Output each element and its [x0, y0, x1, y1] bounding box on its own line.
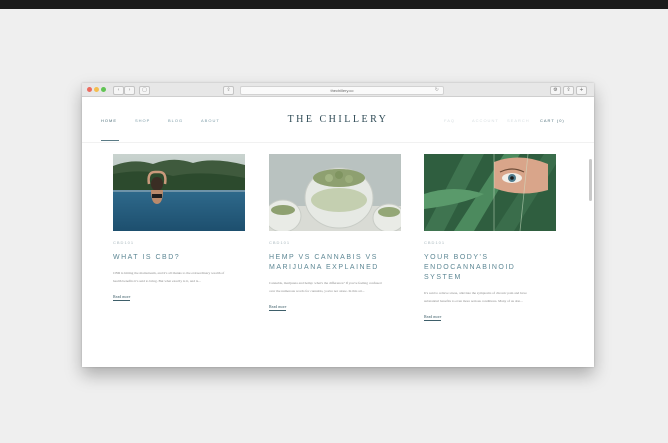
card-title[interactable]: HEMP VS CANNABIS VS MARIJUANA EXPLAINED: [269, 253, 389, 273]
cart-link[interactable]: CART (0): [540, 118, 565, 123]
zoom-window-button[interactable]: [101, 87, 106, 92]
page-scrollbar[interactable]: [589, 159, 592, 201]
address-url: thechillery.co: [330, 88, 354, 93]
share-icon[interactable]: ⇪: [223, 86, 234, 95]
read-more-link[interactable]: Read more: [113, 294, 131, 301]
nav-search[interactable]: SEARCH: [507, 118, 530, 123]
active-nav-indicator: [101, 140, 119, 141]
article-card: CBD101 HEMP VS CANNABIS VS MARIJUANA EXP…: [269, 154, 401, 313]
card-category[interactable]: CBD101: [269, 240, 401, 245]
eye-through-leaf-photo[interactable]: [424, 154, 556, 231]
new-tab-icon[interactable]: +: [576, 86, 587, 95]
close-window-button[interactable]: [87, 87, 92, 92]
share-page-icon[interactable]: ⇪: [563, 86, 574, 95]
nav-faq[interactable]: FAQ: [444, 118, 455, 123]
article-card: CBD101 WHAT IS CBD? CBD is hitting the m…: [113, 154, 245, 303]
browser-window: ‹ › ▢ ⇪ thechillery.co ↻ ⚙ ⇪ + HOME SHOP…: [82, 83, 594, 367]
card-excerpt: CBD is hitting the mainstream, and it's …: [113, 271, 225, 283]
nav-account[interactable]: ACCOUNT: [472, 118, 499, 123]
pool-image: [113, 154, 245, 231]
cannabis-jars-photo[interactable]: [269, 154, 401, 231]
read-more-link[interactable]: Read more: [424, 314, 442, 321]
header-divider: [82, 142, 594, 143]
card-category[interactable]: CBD101: [424, 240, 556, 245]
card-title[interactable]: YOUR BODY'S ENDOCANNABINOID SYSTEM: [424, 253, 544, 283]
card-excerpt: Cannabis, marijuana and hemp: what's the…: [269, 281, 382, 293]
leaf-image: [424, 154, 556, 231]
back-icon[interactable]: ‹: [113, 86, 124, 95]
forward-icon[interactable]: ›: [124, 86, 135, 95]
sidebar-icon[interactable]: ▢: [139, 86, 150, 95]
extension-icon[interactable]: ⚙: [550, 86, 561, 95]
browser-toolbar: ‹ › ▢ ⇪ thechillery.co ↻ ⚙ ⇪ +: [82, 83, 594, 97]
jars-image: [269, 154, 401, 231]
article-card: CBD101 YOUR BODY'S ENDOCANNABINOID SYSTE…: [424, 154, 556, 323]
card-category[interactable]: CBD101: [113, 240, 245, 245]
read-more-link[interactable]: Read more: [269, 304, 287, 311]
address-bar[interactable]: thechillery.co ↻: [240, 86, 444, 95]
card-excerpt: It's said to relieve stress, alleviate t…: [424, 291, 527, 303]
woman-infinity-pool-photo[interactable]: [113, 154, 245, 231]
card-title[interactable]: WHAT IS CBD?: [113, 253, 233, 263]
top-black-bar: [0, 0, 668, 9]
site-header: HOME SHOP BLOG ABOUT THE CHILLERY FAQ AC…: [82, 97, 594, 141]
reload-icon[interactable]: ↻: [435, 87, 439, 94]
minimize-window-button[interactable]: [94, 87, 99, 92]
